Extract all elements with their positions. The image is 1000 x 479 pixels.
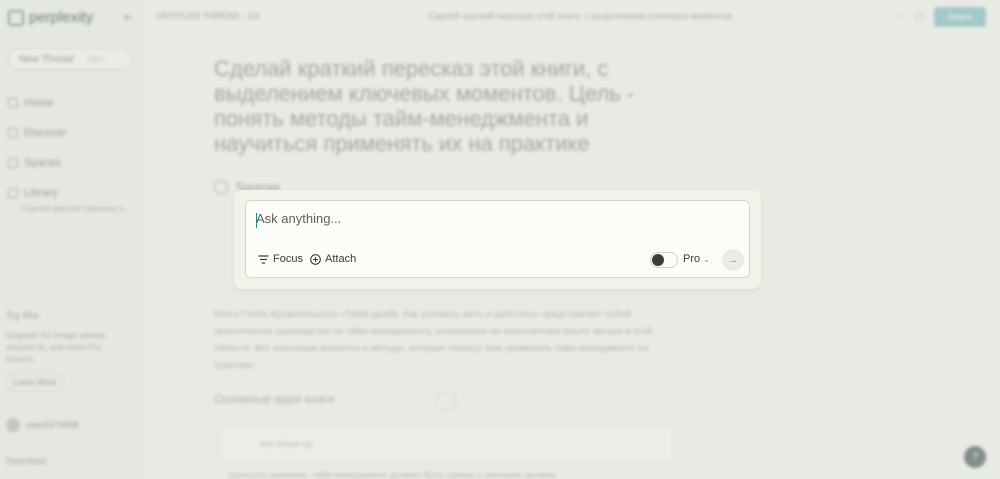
filter-icon — [258, 254, 269, 264]
ask-input[interactable] — [256, 211, 736, 226]
toggle-knob — [652, 254, 664, 266]
focus-label: Focus — [273, 253, 303, 265]
attach-button[interactable]: Attach — [310, 253, 356, 265]
ask-modal: Focus Attach Pro ⌄ → — [234, 190, 761, 289]
submit-button[interactable]: → — [722, 249, 744, 271]
arrow-right-icon: → — [727, 254, 739, 266]
plus-circle-icon — [310, 253, 321, 265]
focus-button[interactable]: Focus — [258, 253, 303, 265]
pro-label: Pro — [683, 253, 701, 265]
chevron-down-icon: ⌄ — [703, 254, 710, 264]
ask-box: Focus Attach Pro ⌄ → — [245, 200, 750, 278]
attach-label: Attach — [325, 253, 357, 265]
pro-toggle[interactable] — [650, 252, 678, 268]
pro-dropdown[interactable]: Pro ⌄ — [683, 253, 710, 265]
